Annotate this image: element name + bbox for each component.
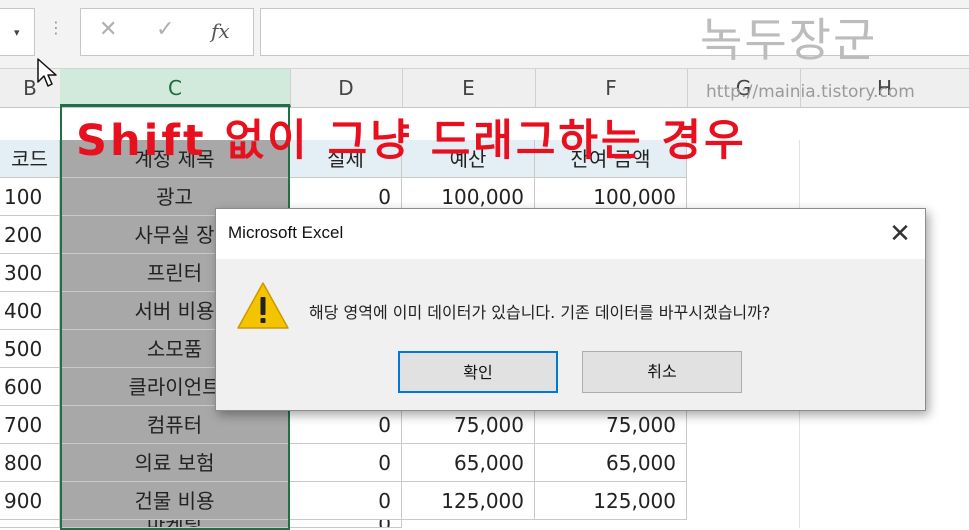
table-cell[interactable]: 300 xyxy=(0,254,60,292)
table-cell[interactable]: 900 xyxy=(0,482,60,520)
close-icon[interactable]: ✕ xyxy=(881,215,919,253)
dialog-message: 해당 영역에 이미 데이터가 있습니다. 기존 데이터를 바꾸시겠습니까? xyxy=(309,303,771,322)
table-cell[interactable]: 800 xyxy=(0,444,60,482)
table-cell[interactable]: 75,000 xyxy=(535,406,687,444)
header-code[interactable]: 코드 xyxy=(0,140,60,178)
table-cell[interactable]: 200 xyxy=(0,216,60,254)
column-header-d[interactable]: D xyxy=(290,69,403,107)
table-cell[interactable]: 400 xyxy=(0,292,60,330)
column-header-e[interactable]: E xyxy=(402,69,536,107)
chevron-down-icon[interactable]: ▾ xyxy=(14,26,20,39)
drag-handle-icon[interactable]: ⋮ xyxy=(48,18,64,37)
table-cell[interactable]: 125,000 xyxy=(535,482,687,520)
table-cell[interactable]: 65,000 xyxy=(535,444,687,482)
table-cell[interactable]: 125,000 xyxy=(402,482,535,520)
watermark-title: 녹두장군 xyxy=(700,13,878,67)
watermark-url: http://mainia.tistory.com xyxy=(706,82,915,102)
formula-buttons: ✕ ✓ fx xyxy=(80,8,254,56)
table-cell[interactable]: 75,000 xyxy=(402,406,535,444)
annotation-text: Shift 없이 그냥 드래그하는 경우 xyxy=(76,116,747,166)
excel-dialog: Microsoft Excel ✕ 해당 영역에 이미 데이터가 있습니다. 기… xyxy=(215,208,926,411)
dialog-title: Microsoft Excel xyxy=(228,223,344,242)
table-cell[interactable]: 700 xyxy=(0,406,60,444)
enter-formula-icon[interactable]: ✓ xyxy=(156,17,174,42)
dialog-titlebar[interactable]: Microsoft Excel ✕ xyxy=(216,209,925,259)
table-cell[interactable]: 500 xyxy=(0,330,60,368)
column-header-c[interactable]: C xyxy=(60,69,291,107)
table-cell[interactable]: 0 xyxy=(290,406,402,444)
table-cell[interactable]: 0 xyxy=(290,482,402,520)
insert-function-icon[interactable]: fx xyxy=(211,19,230,43)
watermark: 녹두장군 http://mainia.tistory.com xyxy=(692,0,969,108)
table-cell[interactable]: 600 xyxy=(0,368,60,406)
table-cell[interactable]: 0 xyxy=(290,444,402,482)
dialog-body: 해당 영역에 이미 데이터가 있습니다. 기존 데이터를 바꾸시겠습니까? 확인… xyxy=(216,259,925,410)
warning-icon xyxy=(237,282,289,329)
mouse-cursor-icon xyxy=(37,58,57,87)
cancel-button[interactable]: 취소 xyxy=(582,351,742,393)
table-cell[interactable] xyxy=(0,520,60,528)
cancel-formula-icon[interactable]: ✕ xyxy=(99,17,117,42)
column-header-f[interactable]: F xyxy=(535,69,688,107)
ok-button[interactable]: 확인 xyxy=(398,351,558,393)
table-cell[interactable]: 100 xyxy=(0,178,60,216)
table-cell[interactable]: 0 xyxy=(290,520,402,528)
table-cell[interactable]: 65,000 xyxy=(402,444,535,482)
name-box[interactable]: ▾ xyxy=(0,8,35,56)
